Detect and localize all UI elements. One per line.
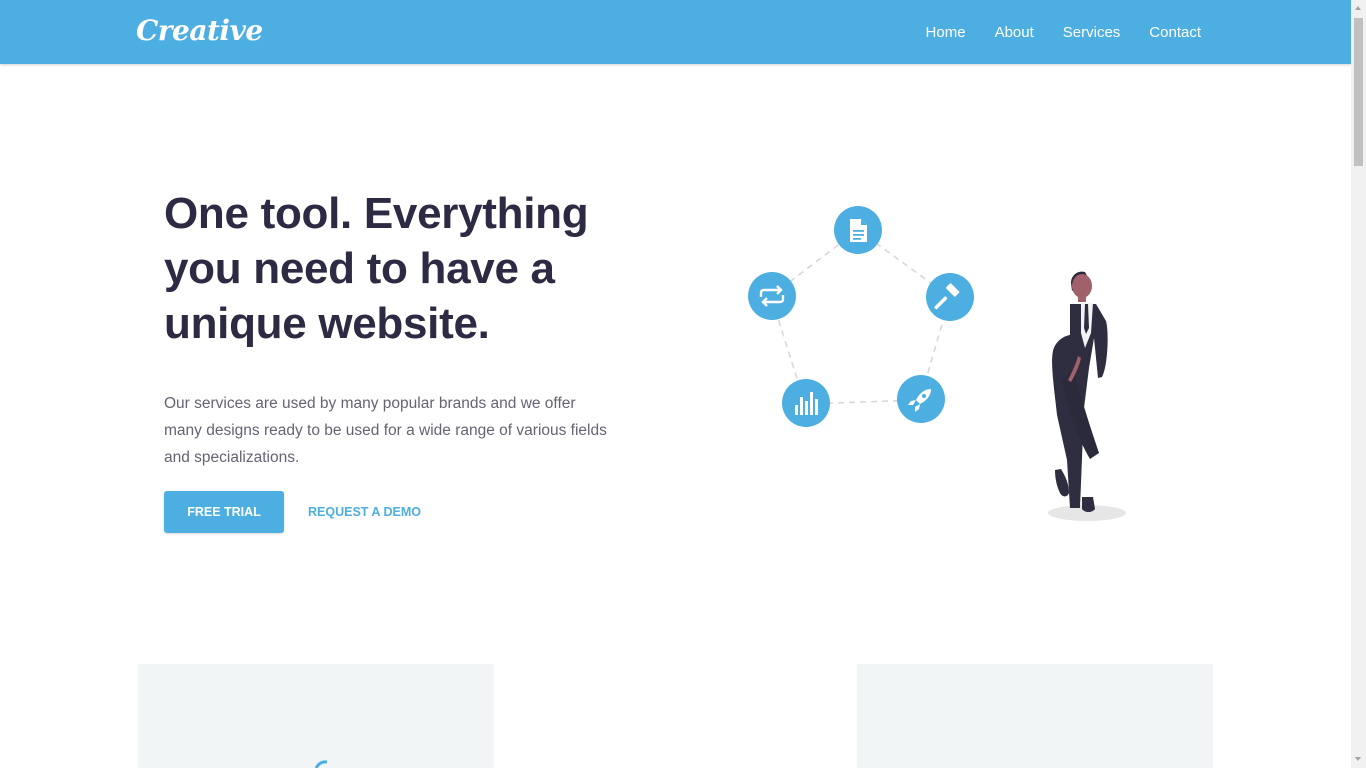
brand-logo[interactable]: Creative bbox=[136, 12, 263, 50]
bar-chart-icon bbox=[782, 379, 830, 427]
scroll-down-arrow[interactable] bbox=[1351, 751, 1366, 768]
hero-illustration bbox=[748, 206, 1126, 521]
rocket-icon bbox=[897, 375, 945, 423]
hero-description: Our services are used by many popular br… bbox=[164, 395, 607, 466]
feature-card-right bbox=[857, 664, 1213, 768]
top-navbar: Creative Home About Services Contact bbox=[0, 0, 1351, 64]
nav-home-link[interactable]: Home bbox=[926, 24, 966, 41]
main-nav: Home About Services Contact bbox=[897, 0, 1201, 64]
document-icon bbox=[834, 206, 882, 254]
nav-about-link[interactable]: About bbox=[995, 24, 1034, 41]
hammer-icon bbox=[926, 273, 974, 321]
man-figure bbox=[1048, 271, 1126, 521]
feature-card-left bbox=[138, 664, 494, 768]
swap-arrows-icon bbox=[748, 272, 796, 320]
vertical-scrollbar[interactable] bbox=[1351, 0, 1366, 768]
free-trial-button[interactable]: FREE TRIAL bbox=[164, 491, 284, 533]
scroll-up-arrow[interactable] bbox=[1351, 0, 1366, 17]
nav-contact-link[interactable]: Contact bbox=[1149, 24, 1201, 41]
nav-services-link[interactable]: Services bbox=[1063, 24, 1121, 41]
scrollbar-thumb[interactable] bbox=[1354, 18, 1363, 166]
hero-title: One tool. Everything you need to have a … bbox=[164, 189, 589, 348]
request-demo-link[interactable]: REQUEST A DEMO bbox=[308, 505, 421, 519]
card-partial-icon bbox=[314, 760, 328, 768]
